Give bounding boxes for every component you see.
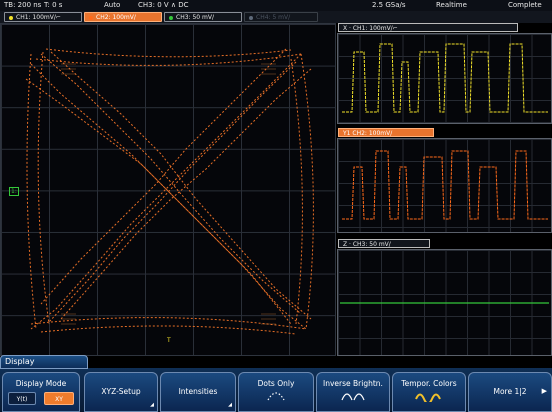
channel-tab-label: CH2: 100mV/ <box>96 14 136 21</box>
panel-header-y[interactable]: Y1 CH2: 100mV/ <box>338 128 434 137</box>
dots-only-icon <box>267 392 285 401</box>
more-softkey[interactable]: More 1|2 ▶ <box>468 372 552 412</box>
channel-tab-ch1[interactable]: CH1: 100mV/⌐ <box>4 12 82 22</box>
xyz-setup-softkey[interactable]: XYZ-Setup ◢ <box>84 372 158 412</box>
channel-level-marker[interactable]: 1: <box>9 187 19 196</box>
channel-tab-ch4[interactable]: CH4: 5 mV/ <box>244 12 318 22</box>
display-mode-yt-button[interactable]: Y(t) <box>8 392 36 405</box>
y-waveform-panel[interactable] <box>337 138 552 233</box>
channel-tab-ch3[interactable]: CH3: 50 mV/ <box>164 12 242 22</box>
sample-rate-readout: 2.5 GSa/s <box>372 1 406 9</box>
z-waveform-panel[interactable] <box>337 249 552 356</box>
display-mode-label: Display Mode <box>15 379 67 388</box>
menu-title: Display <box>0 355 88 369</box>
submenu-indicator-icon: ◢ <box>228 402 232 408</box>
timebase-readout: TB: 200 ns <box>4 1 42 9</box>
x-panel-title: X · CH1: 100mV/⌐ <box>343 25 398 32</box>
trigger-time-readout: T: 0 s <box>44 1 63 9</box>
xy-trace <box>25 48 314 335</box>
channel-tab-ch2[interactable]: CH2: 100mV/ <box>84 12 162 22</box>
softkey-label: More 1|2 <box>493 387 527 396</box>
ch4-color-icon <box>249 15 253 20</box>
trigger-mode-readout: Auto <box>104 1 121 9</box>
y-waveform-trace <box>342 150 548 220</box>
next-page-arrow-icon: ▶ <box>541 387 547 395</box>
channel-tab-label: CH3: 50 mV/ <box>176 14 214 21</box>
trigger-info-readout: CH3: 0 V ∧ DC <box>138 1 189 9</box>
channel-tab-row: CH1: 100mV/⌐ CH2: 100mV/ CH3: 50 mV/ CH4… <box>0 11 552 23</box>
xy-plot-area[interactable]: 1: T <box>0 23 336 356</box>
acquisition-status-readout: Complete <box>508 1 542 9</box>
temporal-colors-icon <box>415 393 441 402</box>
status-bar: TB: 200 ns T: 0 s Auto CH3: 0 V ∧ DC 2.5… <box>0 0 552 11</box>
softkey-label: Dots Only <box>257 379 295 388</box>
submenu-indicator-icon: ◢ <box>150 402 154 408</box>
inverse-brightness-icon <box>341 393 365 401</box>
panel-header-z[interactable]: Z · CH3: 50 mV/ <box>338 239 430 248</box>
dots-only-softkey[interactable]: Dots Only <box>238 372 314 412</box>
ch1-color-icon <box>9 15 13 20</box>
inverse-brightness-softkey[interactable]: Inverse Brightn. <box>316 372 390 412</box>
softkey-label: Tempor. Colors <box>401 379 457 388</box>
display-mode-xy-button[interactable]: XY <box>44 392 74 405</box>
softkey-label: Inverse Brightn. <box>323 379 383 388</box>
ch3-color-icon <box>169 15 173 20</box>
x-waveform-trace <box>342 43 548 113</box>
softkey-label: XYZ-Setup <box>101 387 141 396</box>
channel-tab-label: CH1: 100mV/⌐ <box>16 14 61 21</box>
x-waveform-panel[interactable] <box>337 33 552 124</box>
z-waveform-trace <box>340 302 549 304</box>
panel-header-x[interactable]: X · CH1: 100mV/⌐ <box>338 23 518 32</box>
softkey-label: Intensities <box>178 387 218 396</box>
temporal-colors-softkey[interactable]: Tempor. Colors <box>392 372 466 412</box>
acquisition-mode-readout: Realtime <box>436 1 467 9</box>
intensities-softkey[interactable]: Intensities ◢ <box>160 372 236 412</box>
y-panel-title: Y1 CH2: 100mV/ <box>343 130 393 137</box>
trigger-position-marker[interactable]: T <box>167 337 171 344</box>
channel-tab-label: CH4: 5 mV/ <box>256 14 291 21</box>
ch2-color-icon <box>89 15 93 20</box>
z-panel-title: Z · CH3: 50 mV/ <box>343 241 391 248</box>
